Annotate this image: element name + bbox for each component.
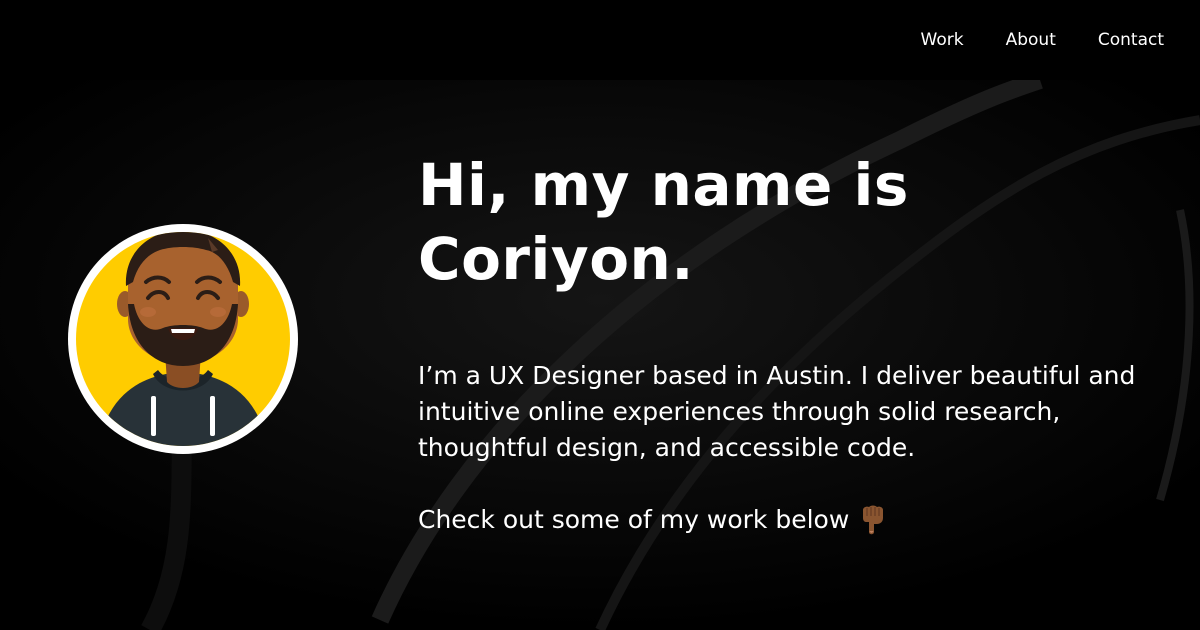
hero-bio: I’m a UX Designer based in Austin. I del… [418, 361, 1136, 462]
hero-cta-text: Check out some of my work below [418, 505, 850, 534]
nav-link-work[interactable]: Work [921, 28, 964, 52]
nav-link-about[interactable]: About [1006, 28, 1056, 52]
hero-title: Hi, my name is Coriyon. [418, 148, 1158, 296]
landing-page: Work About Contact Hi, my name is Coriyo… [0, 0, 1200, 630]
hero-section: Hi, my name is Coriyon. I’m a UX Designe… [418, 148, 1158, 538]
backhand-index-pointing-down-icon [863, 505, 884, 535]
hero-title-line-1: Hi, my name is [418, 151, 909, 219]
hero-title-line-2: Coriyon. [418, 225, 694, 293]
nav-link-contact[interactable]: Contact [1098, 28, 1164, 52]
avatar [68, 224, 298, 454]
main-nav: Work About Contact [921, 28, 1164, 52]
hero-cta: Check out some of my work below [418, 502, 1158, 538]
